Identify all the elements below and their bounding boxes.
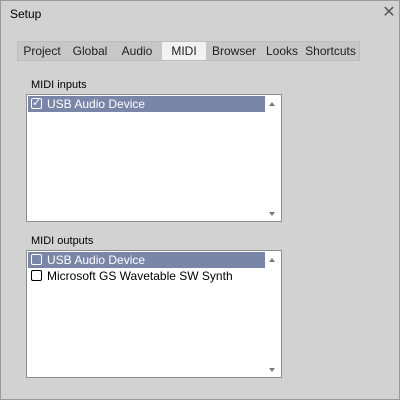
midi-output-item[interactable]: Microsoft GS Wavetable SW Synth	[28, 268, 266, 284]
midi-inputs-list[interactable]: ✓ USB Audio Device	[26, 94, 282, 222]
tab-shortcuts[interactable]: Shortcuts	[303, 42, 358, 60]
midi-outputs-label: MIDI outputs	[31, 235, 94, 247]
window-title: Setup	[10, 7, 42, 21]
midi-output-item[interactable]: USB Audio Device	[28, 252, 266, 268]
midi-input-item[interactable]: ✓ USB Audio Device	[28, 96, 266, 112]
midi-output-item-label: USB Audio Device	[47, 253, 146, 267]
midi-inputs-label: MIDI inputs	[31, 79, 87, 91]
checkbox[interactable]: ✓	[31, 97, 42, 109]
tab-browser[interactable]: Browser	[208, 42, 260, 60]
scroll-down-icon[interactable]	[269, 212, 275, 216]
tab-looks[interactable]: Looks	[262, 42, 302, 60]
scroll-up-icon[interactable]	[269, 102, 275, 106]
scrollbar[interactable]	[265, 251, 281, 377]
scrollbar[interactable]	[265, 95, 281, 221]
tab-audio[interactable]: Audio	[116, 42, 158, 60]
tab-project[interactable]: Project	[20, 42, 64, 60]
scroll-up-icon[interactable]	[269, 258, 275, 262]
setup-dialog: Setup ✕ Project Global Audio MIDI Browse…	[0, 0, 400, 400]
tab-global[interactable]: Global	[68, 42, 112, 60]
tab-bar: Project Global Audio MIDI Browser Looks …	[17, 41, 360, 61]
midi-output-item-label: Microsoft GS Wavetable SW Synth	[47, 269, 233, 283]
scroll-down-icon[interactable]	[269, 368, 275, 372]
title-bar: Setup ✕	[1, 1, 399, 27]
checkbox[interactable]	[31, 254, 42, 265]
checkbox[interactable]	[31, 270, 42, 281]
close-icon[interactable]: ✕	[381, 4, 397, 22]
checkmark-icon: ✓	[32, 97, 42, 109]
midi-input-item-label: USB Audio Device	[47, 97, 146, 111]
tab-midi[interactable]: MIDI	[162, 42, 206, 60]
midi-outputs-list[interactable]: USB Audio Device Microsoft GS Wavetable …	[26, 250, 282, 378]
